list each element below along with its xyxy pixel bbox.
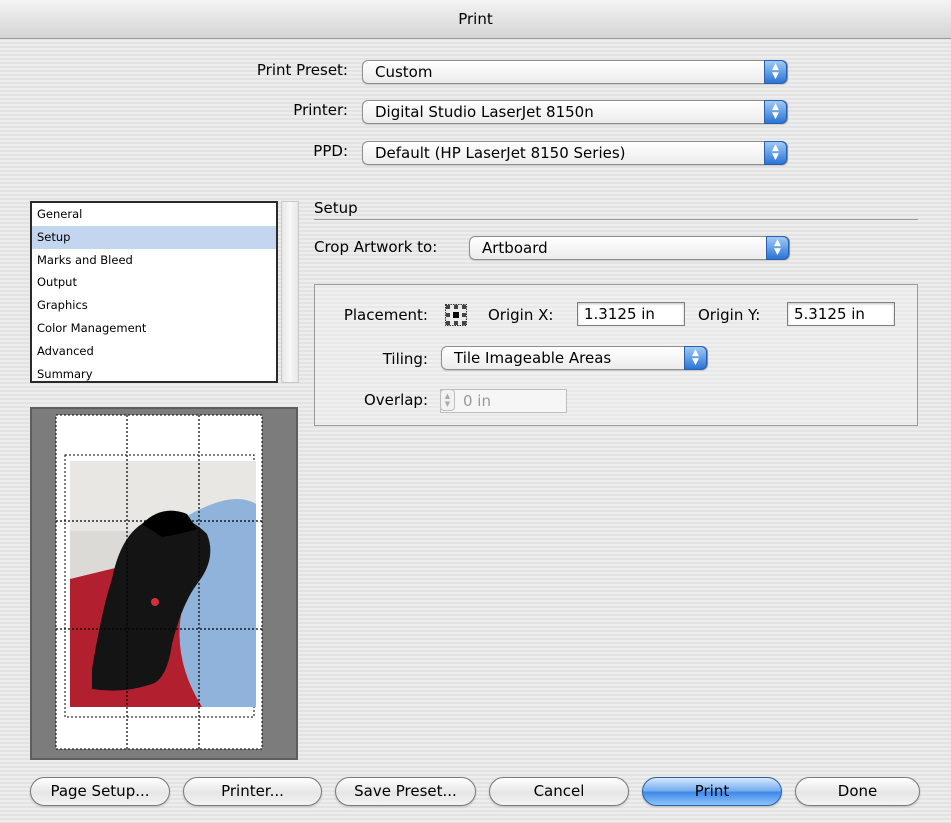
popup-arrows-icon: ▲ ▼ bbox=[764, 141, 787, 165]
origin-x-label: Origin X: bbox=[488, 306, 554, 324]
crop-artwork-popup[interactable]: Artboard ▲ ▼ bbox=[469, 236, 790, 260]
save-preset-button[interactable]: Save Preset... bbox=[335, 777, 476, 806]
tiling-label: Tiling: bbox=[382, 350, 428, 368]
sidebar-item-advanced[interactable]: Advanced bbox=[32, 340, 276, 363]
printer-label: Printer: bbox=[293, 101, 348, 119]
preview-canvas bbox=[55, 414, 263, 750]
origin-x-field[interactable]: 1.3125 in bbox=[577, 302, 685, 326]
sidebar-item-output[interactable]: Output bbox=[32, 271, 276, 294]
category-list-scrollbar[interactable] bbox=[281, 201, 299, 383]
page-setup-button[interactable]: Page Setup... bbox=[30, 777, 170, 806]
overlap-label: Overlap: bbox=[363, 391, 428, 409]
print-button[interactable]: Print bbox=[642, 777, 782, 806]
sidebar-item-marks-and-bleed[interactable]: Marks and Bleed bbox=[32, 249, 276, 272]
preview-photo-image bbox=[70, 461, 256, 707]
print-preset-value: Custom bbox=[375, 63, 433, 81]
print-preset-label: Print Preset: bbox=[256, 61, 348, 79]
printer-value: Digital Studio LaserJet 8150n bbox=[375, 103, 594, 121]
origin-y-field[interactable]: 5.3125 in bbox=[787, 302, 895, 326]
popup-arrows-icon: ▲ ▼ bbox=[766, 236, 789, 260]
placement-label: Placement: bbox=[343, 306, 428, 324]
overlap-field: 0 in bbox=[440, 389, 567, 413]
section-title: Setup bbox=[314, 199, 358, 217]
ppd-popup[interactable]: Default (HP LaserJet 8150 Series) ▲ ▼ bbox=[362, 141, 788, 165]
done-button[interactable]: Done bbox=[795, 777, 920, 806]
printer-popup[interactable]: Digital Studio LaserJet 8150n ▲ ▼ bbox=[362, 100, 788, 124]
printer-button[interactable]: Printer... bbox=[183, 777, 322, 806]
tiling-popup[interactable]: Tile Imageable Areas ▲ ▼ bbox=[441, 346, 708, 370]
sidebar-item-color-management[interactable]: Color Management bbox=[32, 317, 276, 340]
sidebar-item-setup[interactable]: Setup bbox=[32, 225, 276, 249]
popup-arrows-icon: ▲ ▼ bbox=[764, 100, 787, 124]
window-title: Print bbox=[458, 10, 493, 28]
overlap-stepper-icon: ▲ ▼ bbox=[440, 389, 455, 411]
popup-arrows-icon: ▲ ▼ bbox=[764, 60, 787, 84]
sidebar-item-summary[interactable]: Summary bbox=[32, 363, 276, 386]
crop-artwork-value: Artboard bbox=[482, 239, 548, 257]
placement-grid-icon[interactable] bbox=[444, 303, 468, 327]
print-preview[interactable] bbox=[30, 407, 298, 760]
cancel-button[interactable]: Cancel bbox=[489, 777, 629, 806]
crop-artwork-label: Crop Artwork to: bbox=[314, 238, 438, 256]
sidebar-item-graphics[interactable]: Graphics bbox=[32, 294, 276, 317]
sidebar-item-general[interactable]: General bbox=[32, 203, 276, 226]
section-divider bbox=[314, 219, 918, 220]
tiling-value: Tile Imageable Areas bbox=[454, 349, 612, 367]
ppd-value: Default (HP LaserJet 8150 Series) bbox=[375, 144, 626, 162]
window-titlebar: Print bbox=[0, 0, 951, 39]
ppd-label: PPD: bbox=[313, 142, 348, 160]
popup-arrows-icon: ▲ ▼ bbox=[684, 346, 707, 370]
print-preset-popup[interactable]: Custom ▲ ▼ bbox=[362, 60, 788, 84]
origin-y-label: Origin Y: bbox=[698, 306, 761, 324]
category-list[interactable]: General Setup Marks and Bleed Output Graphic… bbox=[30, 201, 278, 383]
